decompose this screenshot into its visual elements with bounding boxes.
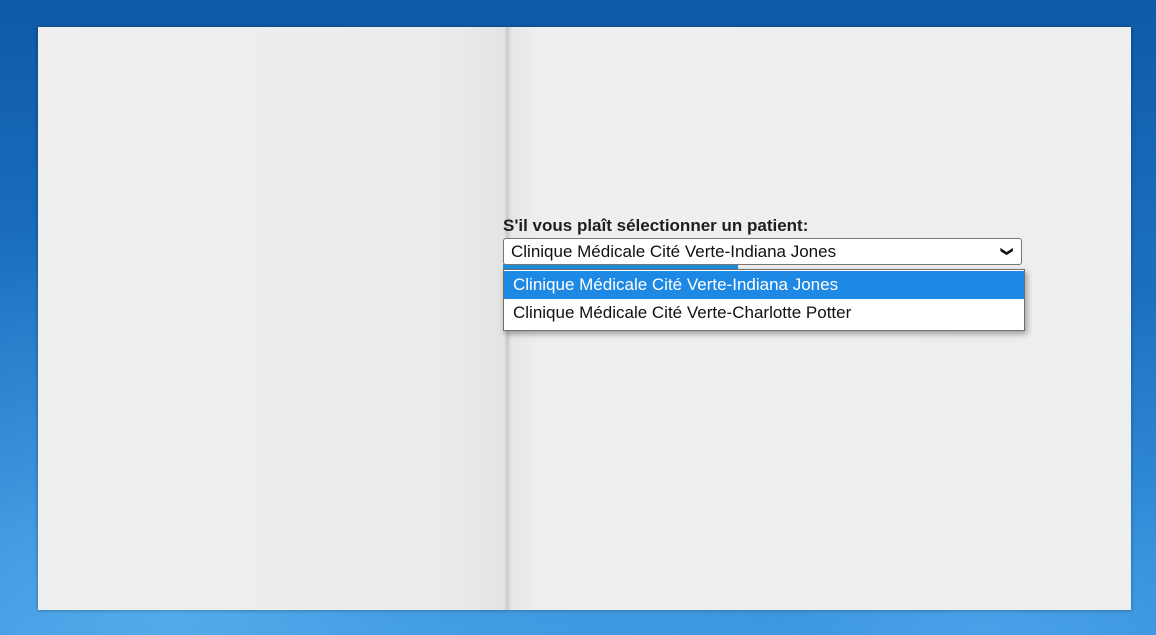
- chevron-down-icon: ❯: [1000, 246, 1015, 257]
- patient-select[interactable]: Clinique Médicale Cité Verte-Indiana Jon…: [503, 238, 1022, 265]
- left-panel: [38, 27, 508, 610]
- dropdown-option[interactable]: Clinique Médicale Cité Verte-Charlotte P…: [504, 299, 1024, 327]
- dropdown-option[interactable]: Clinique Médicale Cité Verte-Indiana Jon…: [504, 271, 1024, 299]
- patient-dropdown-list: Clinique Médicale Cité Verte-Indiana Jon…: [503, 269, 1025, 331]
- patient-select-form: S'il vous plaît sélectionner un patient:…: [503, 216, 1027, 331]
- patient-select-value: Clinique Médicale Cité Verte-Indiana Jon…: [511, 242, 837, 261]
- patient-select-label: S'il vous plaît sélectionner un patient:: [503, 216, 809, 235]
